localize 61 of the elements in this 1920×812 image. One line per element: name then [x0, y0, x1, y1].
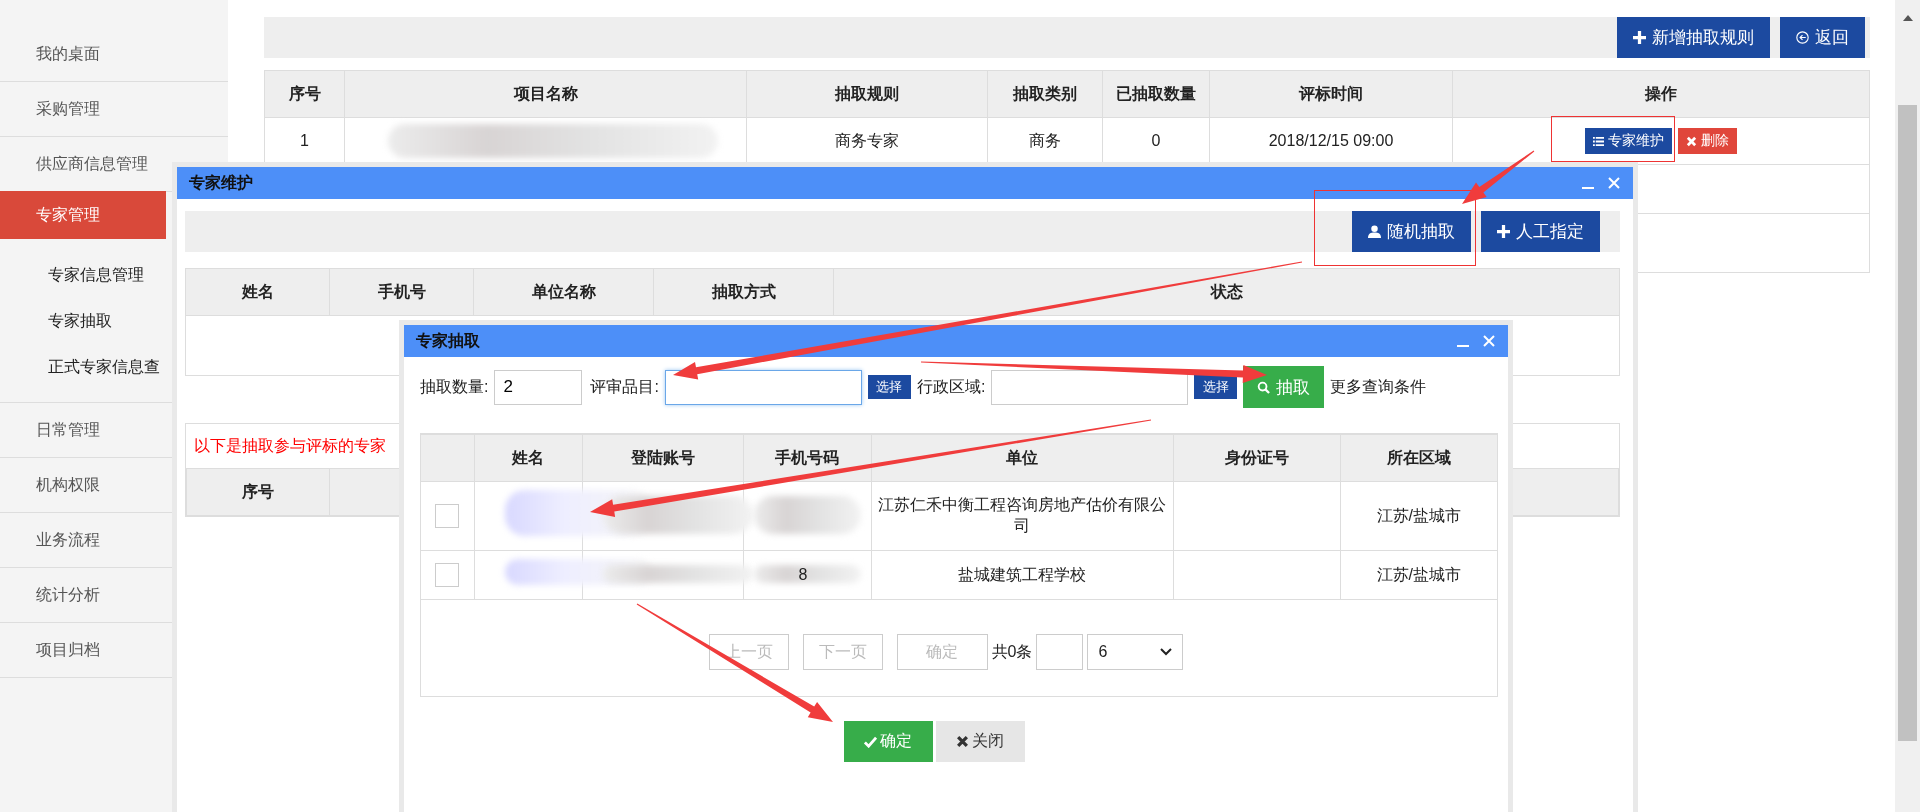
column-header: 状态: [833, 268, 1620, 316]
scrollbar[interactable]: [1895, 0, 1920, 812]
total-count: 共0条: [991, 641, 1033, 662]
toolbar-button[interactable]: 新增抽取规则: [1617, 17, 1770, 58]
select-button[interactable]: 选择: [867, 375, 911, 399]
column-header: 手机号: [329, 268, 474, 316]
person-icon: [1368, 225, 1381, 238]
plus-icon: [1497, 225, 1510, 238]
column-header: 序号: [264, 70, 345, 118]
column-header: 单位名称: [473, 268, 654, 316]
dialog-button[interactable]: 关闭: [935, 721, 1025, 762]
row-action-button[interactable]: 专家维护: [1585, 128, 1672, 154]
column-header: 姓名: [185, 268, 330, 316]
column-header: 手机号码: [743, 434, 871, 482]
column-header: 操作: [1452, 70, 1870, 118]
toolbar-button[interactable]: 返回: [1780, 17, 1865, 58]
check-icon: [864, 735, 877, 748]
list-icon: [1593, 135, 1604, 147]
close-icon: [1686, 135, 1697, 147]
select-button[interactable]: 选择: [1194, 375, 1238, 399]
column-header: 序号: [186, 468, 330, 516]
column-header: 抽取类别: [987, 70, 1103, 118]
toolbar-button[interactable]: 随机抽取: [1352, 211, 1471, 252]
column-header: 身份证号: [1173, 434, 1340, 482]
column-header: 登陆账号: [582, 434, 743, 482]
sidebar-item[interactable]: 采购管理: [0, 82, 228, 137]
column-header: 抽取规则: [746, 70, 988, 118]
close-icon[interactable]: [1607, 176, 1621, 190]
sidebar-item[interactable]: 我的桌面: [0, 27, 228, 82]
back-arrow-icon: [1796, 31, 1809, 44]
column-header: 项目名称: [344, 70, 747, 118]
sidebar-item[interactable]: 专家管理: [0, 191, 166, 239]
column-header: 抽取方式: [653, 268, 834, 316]
caret-icon: [1160, 648, 1173, 656]
scrollbar-thumb[interactable]: [1898, 105, 1917, 741]
column-header: 姓名: [474, 434, 582, 482]
field-label: 评审品目:: [590, 376, 659, 397]
field-label: 抽取数量:: [420, 376, 489, 397]
close-icon[interactable]: [1482, 334, 1496, 348]
more-filters-link[interactable]: 更多查询条件: [1330, 376, 1427, 398]
input-field[interactable]: 2: [494, 369, 583, 405]
field-label: 行政区域:: [916, 376, 986, 397]
input-field[interactable]: [991, 369, 1189, 405]
dialog-title: 专家抽取: [416, 330, 480, 351]
column-header: 所在区域: [1340, 434, 1497, 482]
table-cell: 江苏仁禾中衡工程咨询房地产估价有限公司: [871, 481, 1173, 551]
close-icon: [956, 735, 969, 748]
checkbox[interactable]: [435, 504, 460, 528]
input-field[interactable]: [664, 369, 862, 405]
table-cell-text: 8: [798, 566, 809, 583]
toolbar-button[interactable]: 人工指定: [1481, 211, 1600, 252]
page-input[interactable]: [1036, 634, 1084, 670]
column-header: 评标时间: [1209, 70, 1453, 118]
table-cell: 盐城建筑工程学校: [871, 550, 1173, 600]
plus-icon: [1633, 31, 1646, 44]
checkbox[interactable]: [435, 563, 460, 587]
column-header: 已抽取数量: [1102, 70, 1210, 118]
column-header: 单位: [871, 434, 1173, 482]
row-action-button[interactable]: 删除: [1678, 128, 1737, 154]
search-icon: [1257, 380, 1271, 394]
scroll-up-icon[interactable]: [1903, 15, 1913, 21]
